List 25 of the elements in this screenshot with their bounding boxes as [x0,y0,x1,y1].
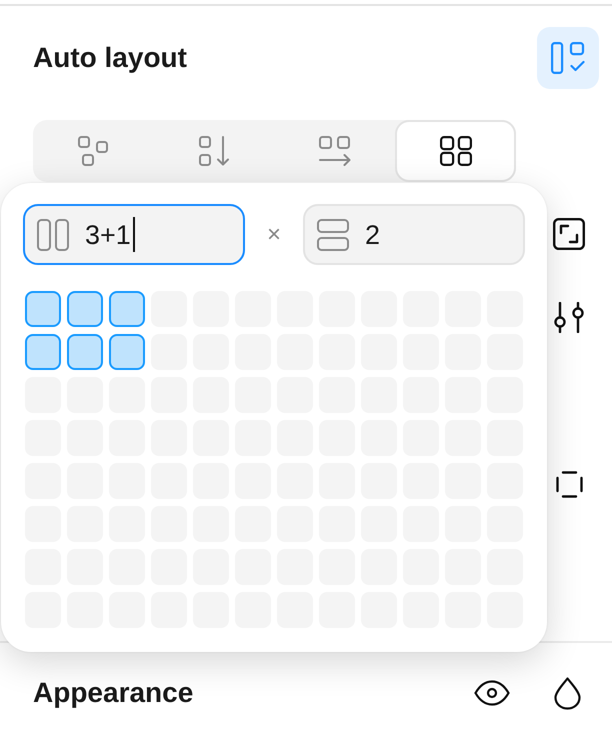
grid-cell[interactable] [109,334,145,370]
squares-right-arrow-icon [318,136,351,166]
frame-corners-icon[interactable] [553,218,585,250]
rows-field[interactable]: 2 [303,204,525,265]
drop-icon[interactable] [554,676,581,710]
grid-cell[interactable] [109,291,145,327]
layout-check-icon [551,42,585,74]
squares-down-arrow-icon [198,136,230,166]
columns-icon [37,218,69,250]
multiply-sign: × [266,220,282,248]
grid-cell[interactable] [67,291,103,327]
sliders-icon[interactable] [553,302,585,333]
flow-option-button[interactable] [395,120,516,182]
rows-icon [317,218,349,250]
eye-icon[interactable] [474,680,510,706]
scattered-squares-icon [78,136,108,166]
section-title: Auto layout [33,41,187,75]
grid-icon [440,136,472,166]
grid-cell[interactable] [67,334,103,370]
columns-field[interactable]: 3+1 [23,204,245,265]
text-cursor-icon [132,217,135,252]
auto-layout-toggle-button[interactable] [537,27,599,89]
grid-cell[interactable] [25,334,61,370]
section-title: Appearance [33,676,194,710]
grid-cell[interactable] [25,291,61,327]
